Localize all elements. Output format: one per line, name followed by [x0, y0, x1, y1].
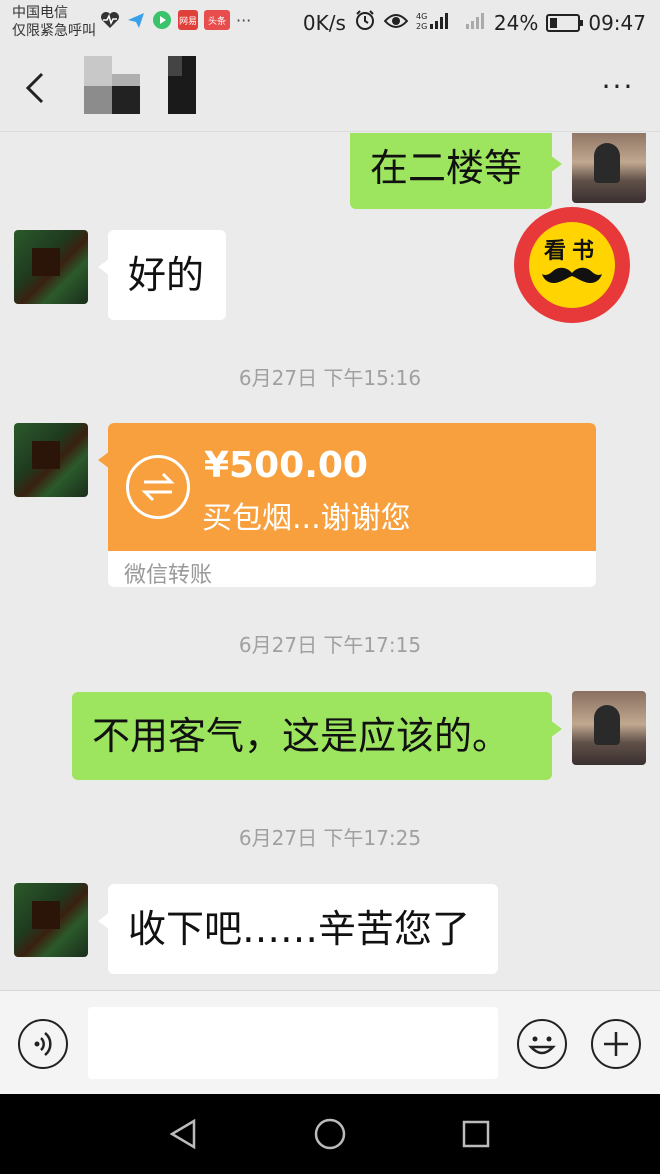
square-recents-icon	[462, 1120, 490, 1148]
netease-icon: 网易	[178, 10, 198, 30]
timestamp: 6月27日 下午17:15	[238, 633, 422, 657]
nav-recents-button[interactable]	[458, 1116, 494, 1152]
timestamp: 6月27日 下午17:25	[238, 826, 422, 850]
system-nav-bar	[0, 1094, 660, 1174]
badge-inner: 看书	[529, 222, 615, 308]
message-list: 在二楼等 看书 好的 6月27日 下午15:16 ¥500.00 买包烟...谢…	[0, 133, 660, 990]
svg-text:2G: 2G	[416, 22, 427, 30]
mustache-icon	[542, 267, 602, 284]
transfer-arrows-icon	[126, 455, 190, 519]
input-bar	[0, 990, 660, 1094]
eye-icon	[383, 11, 409, 35]
battery-percent: 24%	[493, 10, 539, 35]
net-speed: 0K/s	[302, 10, 346, 35]
message-text: 在二楼等	[370, 146, 523, 190]
contact-name-pixelated	[84, 56, 204, 116]
more-functions-button[interactable]	[591, 1019, 641, 1069]
message-text: 不用客气，这是应该的。	[92, 714, 511, 758]
chevron-left-icon	[25, 72, 44, 104]
plus-icon	[604, 1032, 628, 1056]
contact-avatar[interactable]	[14, 883, 88, 957]
chat-header: ···	[0, 44, 660, 132]
message-input[interactable]	[88, 1007, 498, 1079]
triangle-back-icon	[169, 1118, 196, 1150]
status-right: 0K/s 4G 2G 24% 09:47	[303, 9, 646, 36]
circle-home-icon	[314, 1118, 346, 1150]
message-text: 好的	[128, 253, 205, 297]
carrier-info: 中国电信 仅限紧急呼叫	[12, 4, 96, 40]
more-notifications-icon: ···	[236, 10, 252, 30]
transfer-note: 买包烟...谢谢您	[202, 501, 411, 536]
timestamp: 6月27日 下午15:16	[238, 366, 422, 390]
contact-avatar[interactable]	[14, 230, 88, 304]
my-avatar[interactable]	[572, 133, 646, 203]
badge-text: 看书	[543, 239, 600, 264]
notification-icons: 网易 头条 ···	[100, 10, 251, 30]
nav-back-button[interactable]	[166, 1116, 202, 1152]
received-message[interactable]: 收下吧……辛苦您了	[98, 884, 498, 974]
status-bar: 中国电信 仅限紧急呼叫 网易 头条 ··· 0K/s 4G 2G 24% 09:…	[0, 0, 660, 44]
alarm-icon	[354, 9, 376, 36]
voice-input-button[interactable]	[18, 1019, 68, 1069]
signal-icon: 4G 2G	[416, 10, 456, 35]
reading-app-badge[interactable]: 看书	[514, 207, 630, 323]
sent-message[interactable]: 在二楼等	[350, 133, 562, 209]
video-icon	[152, 10, 172, 30]
signal-2-icon	[464, 10, 486, 35]
emoji-button[interactable]	[517, 1019, 567, 1069]
transfer-amount: ¥500.00	[204, 445, 368, 486]
more-options-button[interactable]: ···	[598, 72, 638, 102]
message-text: 收下吧……辛苦您了	[128, 907, 471, 951]
battery-icon	[546, 13, 584, 32]
transfer-header: ¥500.00 买包烟...谢谢您	[108, 423, 596, 551]
nav-home-button[interactable]	[312, 1116, 348, 1152]
voice-icon	[34, 1032, 52, 1056]
wechat-transfer-card[interactable]: ¥500.00 买包烟...谢谢您 微信转账	[108, 423, 596, 587]
sent-message[interactable]: 不用客气，这是应该的。	[72, 692, 562, 780]
smiley-icon	[528, 1036, 556, 1055]
paper-plane-icon	[126, 10, 146, 30]
clock: 09:47	[588, 10, 646, 35]
carrier-name: 中国电信	[12, 5, 68, 21]
toutiao-icon: 头条	[204, 10, 230, 30]
emergency-only: 仅限紧急呼叫	[12, 23, 96, 39]
my-avatar[interactable]	[572, 691, 646, 765]
heartbeat-icon	[100, 10, 120, 30]
transfer-label: 微信转账	[124, 563, 213, 587]
back-button[interactable]	[20, 66, 54, 110]
contact-avatar[interactable]	[14, 423, 88, 497]
received-message[interactable]: 好的	[98, 230, 226, 320]
svg-text:4G: 4G	[416, 12, 427, 21]
battery-level	[550, 17, 557, 28]
